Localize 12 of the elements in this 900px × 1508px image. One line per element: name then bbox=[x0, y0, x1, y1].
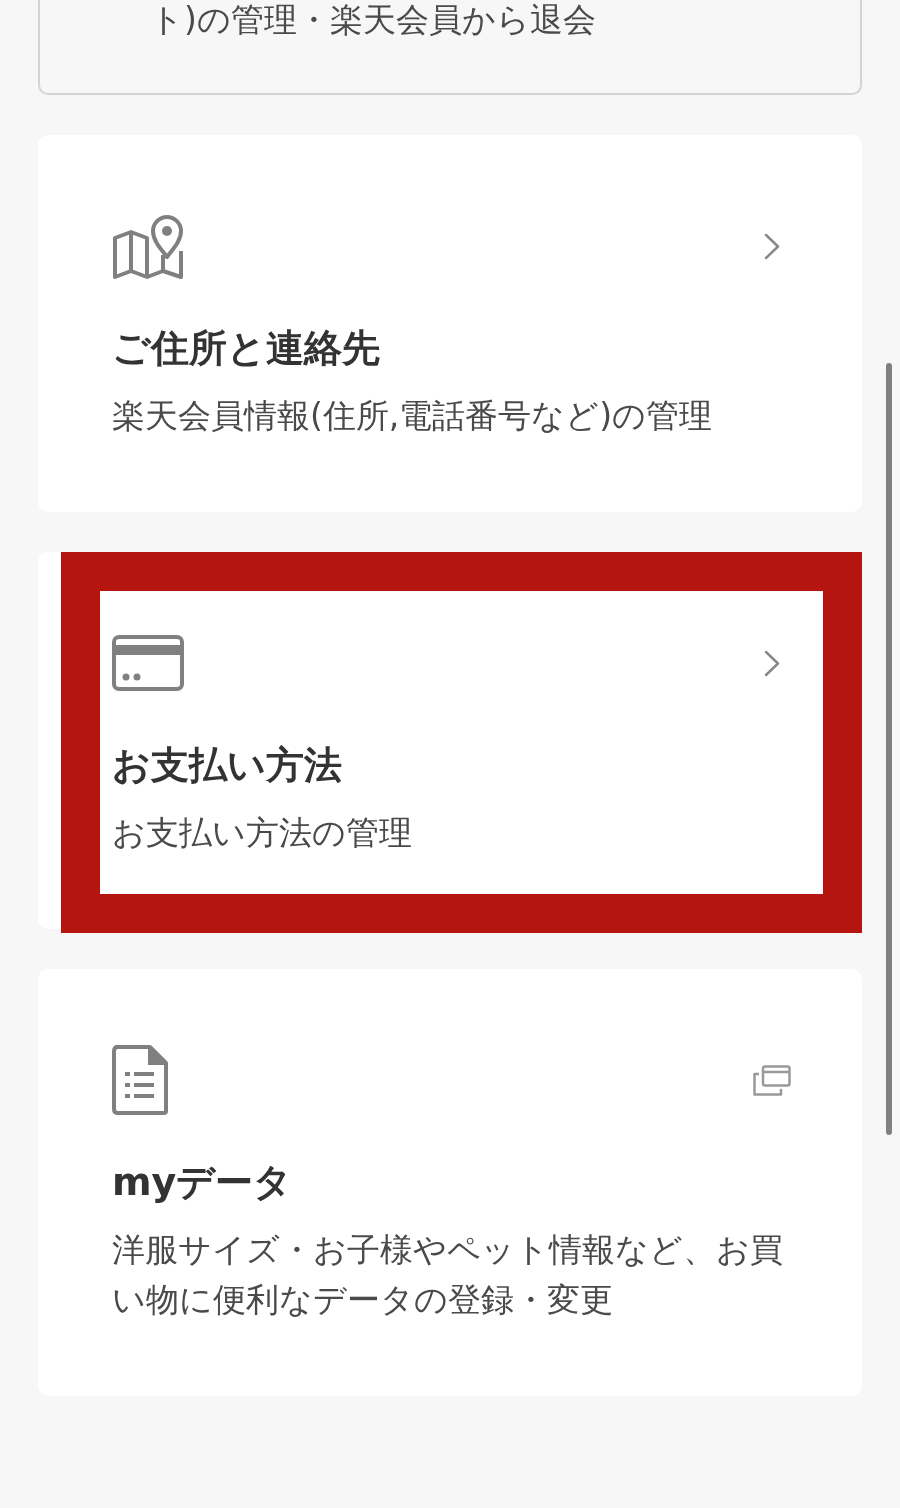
card-title: myデータ bbox=[112, 1159, 294, 1206]
card-description: 楽天会員情報(住所,電話番号など)の管理 bbox=[112, 395, 714, 437]
document-list-icon bbox=[112, 1045, 168, 1115]
card-title: お支払い方法 bbox=[112, 742, 343, 789]
settings-card[interactable]: myデータ 洋服サイズ・お子様やペット情報など、お買い物に便利なデータの登録・変更 bbox=[38, 969, 862, 1396]
card-title: ご住所と連絡先 bbox=[112, 325, 381, 372]
card-description: 洋服サイズ・お子様やペット情報など、お買い物に便利なデータの登録・変更 bbox=[112, 1229, 784, 1321]
settings-card[interactable]: ト)の管理・楽天会員から退会 bbox=[38, 0, 862, 95]
card-description: お支払い方法の管理 bbox=[112, 812, 413, 854]
card-description: ト)の管理・楽天会員から退会 bbox=[149, 1, 597, 39]
settings-card[interactable]: ご住所と連絡先 楽天会員情報(住所,電話番号など)の管理 bbox=[38, 135, 862, 512]
credit-card-icon bbox=[112, 635, 184, 691]
